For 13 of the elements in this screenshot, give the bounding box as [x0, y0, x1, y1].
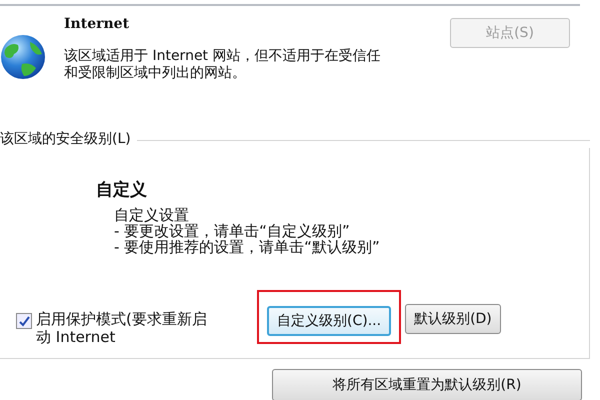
- level-detail: - 要使用推荐的设置，请单击“默认级别”: [114, 239, 381, 255]
- level-detail: - 要更改设置，请单击“自定义级别”: [114, 223, 351, 239]
- protected-mode-label: 启用保护模式(要求重新启动 Internet: [36, 310, 208, 348]
- level-detail: 自定义设置: [114, 207, 189, 223]
- level-button[interactable]: 默认级别(D): [405, 304, 501, 334]
- globe-icon: [0, 34, 46, 80]
- reset-all-zones-button[interactable]: 将所有区域重置为默认级别(R): [272, 369, 582, 400]
- zone-name: Internet: [64, 16, 130, 32]
- group-label: 该区域的安全级别(L): [0, 130, 131, 148]
- protected-mode-checkbox[interactable]: [16, 313, 32, 329]
- zone-description: 该区域适用于 Internet 网站，但不适用于在受信任和受限制区域中列出的网站。: [64, 48, 382, 82]
- level-button[interactable]: 自定义级别(C)...: [267, 306, 392, 336]
- level-name: 自定义: [96, 179, 148, 201]
